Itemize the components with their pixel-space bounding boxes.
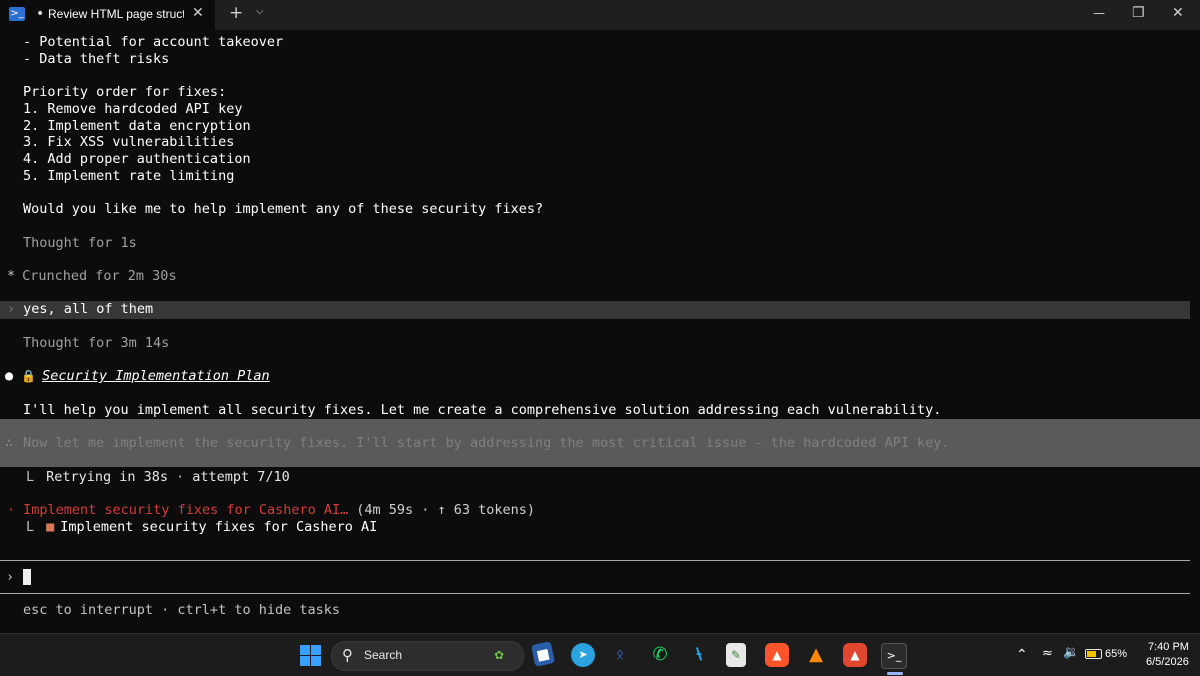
subtask-label: Implement security fixes for Cashero AI [60, 519, 378, 535]
battery-icon[interactable] [1085, 649, 1102, 659]
task-active: Implement security fixes for Cashero AI… [23, 502, 349, 518]
tab-close-icon[interactable]: ✕ [192, 5, 204, 21]
subtask-branch-icon: L [26, 519, 35, 535]
crunched-status: Crunched for 2m 30s [22, 268, 177, 284]
search-highlight-icon: ✿ [494, 645, 504, 663]
user-message-row: › yes, all of them [0, 301, 1190, 319]
thinking-icon: ∴ [5, 435, 14, 451]
terminal-window: >_ • Review HTML page structur ✕ + ⌵ — ❐… [0, 0, 1200, 633]
output-line: esc to interrupt · ctrl+t to hide tasks [0, 602, 1200, 619]
user-prompt-icon: › [7, 301, 16, 317]
output-line: ● 🔒 Security Implementation Plan [0, 368, 1200, 385]
volume-icon[interactable]: 🔉 [1063, 645, 1079, 660]
priority-item: 5. Implement rate limiting [23, 168, 235, 184]
priority-item: 4. Add proper authentication [23, 151, 251, 167]
thought-status: Thought for 3m 14s [23, 335, 170, 351]
output-line: L ■ Implement security fixes for Cashero A… [0, 519, 1200, 536]
hint-text: esc to interrupt · ctrl+t to hide tasks [23, 602, 340, 618]
telegram-icon[interactable]: ➤ [571, 643, 595, 667]
minimize-button[interactable]: — [1093, 6, 1105, 20]
plan-intro: I'll help you implement all security fix… [23, 402, 942, 418]
text-cursor [23, 569, 31, 585]
risk-line: - Potential for account takeover [23, 34, 284, 50]
tab-dropdown-icon[interactable]: ⌵ [256, 6, 264, 17]
powershell-icon: >_ [9, 7, 25, 21]
taskbar: ⚲ Search ✿ ■ ➤ ᛟ ✆ ⧷ ✎ ▲ ▲ ▲ >_ ⌃ ≈ 🔉 65… [0, 633, 1200, 676]
input-prompt-icon: › [6, 569, 15, 585]
priority-item: 2. Implement data encryption [23, 118, 251, 134]
priority-item: 1. Remove hardcoded API key [23, 101, 243, 117]
task-prefix: · [7, 502, 16, 518]
subtask-square-icon: ■ [46, 519, 55, 535]
output-line: 4. Add proper authentication [0, 151, 1200, 168]
tab-title: Review HTML page structur [48, 7, 184, 21]
notepad-icon[interactable]: ✎ [726, 643, 746, 667]
question-text: Would you like me to help implement any … [23, 201, 544, 217]
vscode-icon[interactable]: ⧷ [687, 643, 711, 667]
brave-icon[interactable]: ▲ [765, 643, 789, 667]
clock-date[interactable]: 6/5/2026 [1146, 656, 1189, 668]
file-explorer-icon[interactable]: ■ [530, 641, 556, 667]
input-top-rule [0, 560, 1190, 561]
brave-nightly-icon[interactable]: ▲ [843, 643, 867, 667]
output-line: Would you like me to help implement any … [0, 201, 1200, 218]
tab-activity-dot: • [36, 6, 45, 22]
retry-attempt: attempt 7/10 [192, 469, 290, 485]
crunched-icon: * [7, 268, 16, 284]
start-icon[interactable] [298, 643, 322, 667]
bluetooth-icon[interactable]: ᛟ [608, 643, 632, 667]
tab-review-html[interactable]: >_ • Review HTML page structur ✕ [0, 0, 215, 30]
output-line: 1. Remove hardcoded API key [0, 101, 1200, 118]
search-icon: ⚲ [342, 646, 353, 664]
tray-overflow-icon[interactable]: ⌃ [1016, 646, 1028, 663]
faded-status-band: ∴ Now let me implement the security fixe… [0, 419, 1200, 467]
task-meta: (4m 59s · ↑ 63 tokens) [356, 502, 536, 518]
output-line: 5. Implement rate limiting [0, 168, 1200, 185]
output-line: 3. Fix XSS vulnerabilities [0, 134, 1200, 151]
search-label: Search [364, 648, 403, 662]
thought-status: Thought for 1s [23, 235, 137, 251]
output-line: - Data theft risks [0, 51, 1200, 68]
output-line: - Potential for account takeover [0, 34, 1200, 51]
search-input[interactable]: ⚲ Search ✿ [331, 641, 524, 671]
risk-line: - Data theft risks [23, 51, 170, 67]
priority-heading: Priority order for fixes: [23, 84, 227, 100]
battery-percent: 65% [1105, 648, 1128, 660]
vlc-icon[interactable]: ▲ [804, 643, 828, 667]
terminal-icon[interactable]: >_ [881, 643, 907, 669]
close-window-button[interactable]: ✕ [1172, 5, 1184, 21]
output-line: Priority order for fixes: [0, 84, 1200, 101]
output-line: · Implement security fixes for Cashero AI… [0, 502, 1200, 519]
plan-title: Security Implementation Plan [42, 368, 270, 384]
maximize-button[interactable]: ❐ [1132, 5, 1145, 21]
user-message: yes, all of them [23, 301, 154, 317]
priority-item: 3. Fix XSS vulnerabilities [23, 134, 235, 150]
whatsapp-icon[interactable]: ✆ [648, 643, 672, 667]
retry-branch-icon: L [26, 469, 35, 485]
output-line: L Retrying in 38s · attempt 7/10 [0, 469, 1200, 486]
input-row[interactable]: › [0, 569, 1200, 586]
retry-text: Retrying in 38s [46, 469, 169, 485]
input-bottom-rule [0, 593, 1190, 594]
new-tab-button[interactable]: + [229, 3, 243, 23]
output-line: 2. Implement data encryption [0, 118, 1200, 135]
output-line: Thought for 3m 14s [0, 335, 1200, 352]
plan-bullet-icon: ● [5, 368, 14, 384]
output-line: * Crunched for 2m 30s [0, 268, 1200, 285]
faded-line: Now let me implement the security fixes.… [23, 435, 950, 451]
retry-separator: · [176, 469, 185, 485]
wifi-icon[interactable]: ≈ [1042, 646, 1053, 661]
output-line: I'll help you implement all security fix… [0, 402, 1200, 419]
output-line: Thought for 1s [0, 235, 1200, 252]
title-bar: >_ • Review HTML page structur ✕ + ⌵ — ❐… [0, 0, 1200, 30]
lock-icon: 🔒 [21, 369, 37, 383]
clock-time[interactable]: 7:40 PM [1148, 641, 1189, 653]
